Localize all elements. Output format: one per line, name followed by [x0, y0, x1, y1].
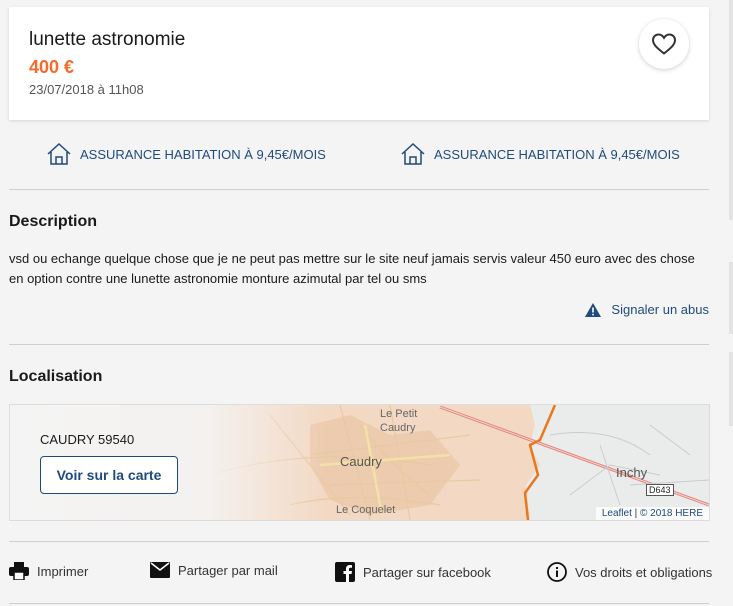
side-panel-edge — [729, 262, 733, 334]
attribution-separator: | — [631, 508, 641, 519]
share-mail-label: Partager par mail — [178, 562, 278, 578]
facebook-icon — [335, 562, 355, 582]
warning-icon — [585, 302, 602, 317]
print-button[interactable]: Imprimer — [9, 562, 88, 580]
insurance-label: ASSURANCE HABITATION À 9,45€/MOIS — [434, 146, 680, 162]
report-abuse-label: Signaler un abus — [611, 302, 709, 317]
insurance-label: ASSURANCE HABITATION À 9,45€/MOIS — [80, 146, 326, 162]
map-label-inchy: Inchy — [616, 465, 648, 480]
divider — [9, 189, 709, 190]
view-on-map-button[interactable]: Voir sur la carte — [40, 456, 178, 494]
print-label: Imprimer — [37, 563, 89, 579]
side-panel-edge — [729, 352, 733, 426]
listing-date: 23/07/2018 à 11h08 — [29, 82, 144, 97]
printer-icon — [9, 562, 29, 580]
location-heading: Localisation — [9, 368, 103, 385]
heart-icon — [651, 33, 677, 55]
share-facebook-button[interactable]: Partager sur facebook — [335, 562, 491, 582]
map-label-caudry: Caudry — [340, 454, 382, 469]
map-label-petit-2: Caudry — [380, 422, 416, 434]
favorite-button[interactable] — [639, 19, 689, 69]
divider — [9, 344, 709, 345]
listing-card: lunette astronomie 400 € 23/07/2018 à 11… — [9, 7, 709, 120]
report-abuse-link[interactable]: Signaler un abus — [585, 302, 709, 317]
map[interactable]: Le Petit Caudry Caudry Le Coquelet Inchy… — [9, 404, 710, 521]
divider — [9, 603, 709, 604]
listing-price: 400 € — [29, 57, 75, 77]
description-text: vsd ou echange quelque chose que je ne p… — [9, 251, 695, 286]
map-label-petit: Le Petit — [380, 408, 418, 420]
listing-title: lunette astronomie — [29, 29, 186, 50]
map-road-label: D643 — [646, 484, 674, 496]
mail-icon — [150, 562, 170, 578]
leaflet-link[interactable]: Leaflet — [602, 508, 632, 519]
location-city: CAUDRY 59540 — [40, 432, 135, 447]
divider — [9, 541, 709, 542]
house-icon — [401, 142, 425, 165]
info-icon — [547, 562, 567, 582]
map-label-coquelet: Le Coquelet — [336, 504, 396, 516]
map-attribution: Leaflet | © 2018 HERE — [595, 507, 709, 520]
attribution-here: © 2018 HERE — [640, 508, 703, 519]
description-heading: Description — [9, 213, 98, 230]
share-mail-button[interactable]: Partager par mail — [150, 562, 278, 578]
rights-link[interactable]: Vos droits et obligations — [547, 562, 712, 582]
rights-label: Vos droits et obligations — [575, 564, 713, 580]
insurance-link-right[interactable]: ASSURANCE HABITATION À 9,45€/MOIS — [400, 142, 680, 166]
insurance-link-left[interactable]: ASSURANCE HABITATION À 9,45€/MOIS — [46, 142, 326, 166]
side-panel-edge — [729, 0, 733, 220]
share-facebook-label: Partager sur facebook — [363, 564, 491, 580]
house-icon — [47, 142, 71, 165]
